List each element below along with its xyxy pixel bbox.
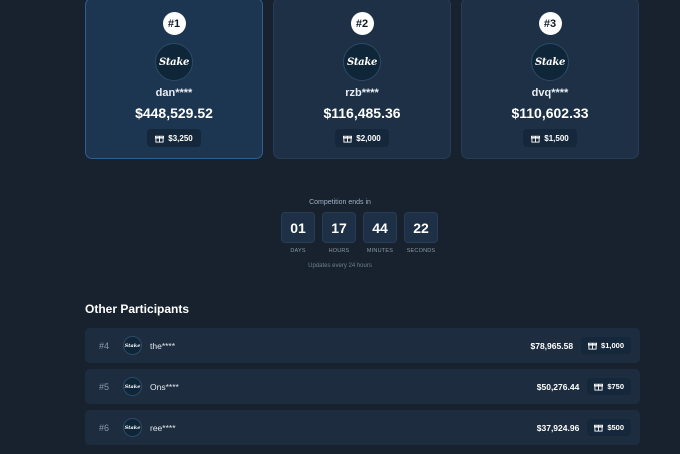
prize-amount: $750	[607, 382, 624, 391]
minutes-label: MINUTES	[366, 248, 394, 254]
player-name: dvq****	[531, 87, 569, 99]
podium-card-3: #3 Stake dvq**** $110,602.33 $1,500	[461, 0, 639, 159]
prize-amount: $1,000	[601, 341, 624, 350]
stake-logo: Stake	[531, 43, 569, 81]
gift-icon	[594, 383, 604, 391]
rank-badge: #2	[350, 12, 374, 35]
row-name: the****	[150, 340, 176, 351]
row-amount: $78,965.58	[530, 340, 574, 351]
seconds-value: 22	[404, 212, 438, 243]
stake-logo: Stake	[123, 418, 142, 437]
stake-logo: Stake	[123, 377, 142, 396]
gift-icon	[531, 135, 541, 143]
stake-logo: Stake	[123, 336, 142, 355]
row-rank: #6	[99, 422, 110, 433]
prize-badge: $1,000	[581, 337, 631, 354]
rank-badge: #3	[538, 12, 562, 35]
rank-badge: #1	[162, 12, 186, 35]
days-value: 01	[281, 212, 315, 243]
prize-badge: $2,000	[335, 129, 389, 147]
prize-amount: $1,500	[544, 133, 569, 143]
prize-badge: $500	[587, 419, 631, 436]
seconds-label: SECONDS	[406, 248, 436, 254]
participant-row: #4 Stake the**** $78,965.58 $1,000	[85, 328, 640, 363]
row-rank: #5	[99, 381, 110, 392]
participant-row: #6 Stake ree**** $37,924.96 $500	[85, 410, 640, 445]
gift-icon	[343, 135, 353, 143]
prize-amount: $2,000	[356, 133, 381, 143]
row-amount: $50,276.44	[536, 381, 580, 392]
hours-value: 17	[322, 212, 356, 243]
hours-label: HOURS	[328, 248, 350, 254]
player-name: rzb****	[345, 87, 379, 99]
participant-row: #5 Stake Ons**** $50,276.44 $750	[85, 369, 640, 404]
countdown-hours: 17 HOURS	[322, 212, 356, 254]
countdown-days: 01 DAYS	[281, 212, 315, 254]
prize-badge: $750	[587, 378, 631, 395]
podium-card-1: #1 Stake dan**** $448,529.52 $3,250	[85, 0, 263, 159]
days-label: DAYS	[290, 248, 306, 254]
row-name: Ons****	[150, 381, 179, 392]
minutes-value: 44	[363, 212, 397, 243]
wager-amount: $448,529.52	[135, 105, 213, 121]
countdown-minutes: 44 MINUTES	[363, 212, 397, 254]
podium-card-2: #2 Stake rzb**** $116,485.36 $2,000	[273, 0, 451, 159]
stake-logo: Stake	[155, 43, 193, 81]
countdown-seconds: 22 SECONDS	[404, 212, 438, 254]
row-rank: #4	[99, 340, 110, 351]
prize-badge: $3,250	[147, 129, 201, 147]
gift-icon	[155, 135, 165, 143]
gift-icon	[588, 342, 598, 350]
gift-icon	[594, 424, 604, 432]
player-name: dan****	[155, 87, 193, 99]
section-title: Other Participants	[85, 302, 190, 316]
prize-badge: $1,500	[523, 129, 577, 147]
prize-amount: $3,250	[168, 133, 193, 143]
prize-amount: $500	[607, 423, 624, 432]
row-amount: $37,924.96	[536, 422, 580, 433]
competition-ends-label: Competition ends in	[309, 199, 371, 206]
wager-amount: $116,485.36	[323, 105, 401, 121]
row-name: ree****	[150, 422, 176, 433]
wager-amount: $110,602.33	[511, 105, 589, 121]
stake-logo: Stake	[343, 43, 381, 81]
updates-note: Updates every 24 hours	[308, 263, 372, 269]
countdown-timer: 01 DAYS 17 HOURS 44 MINUTES 22 SECONDS	[281, 212, 438, 254]
